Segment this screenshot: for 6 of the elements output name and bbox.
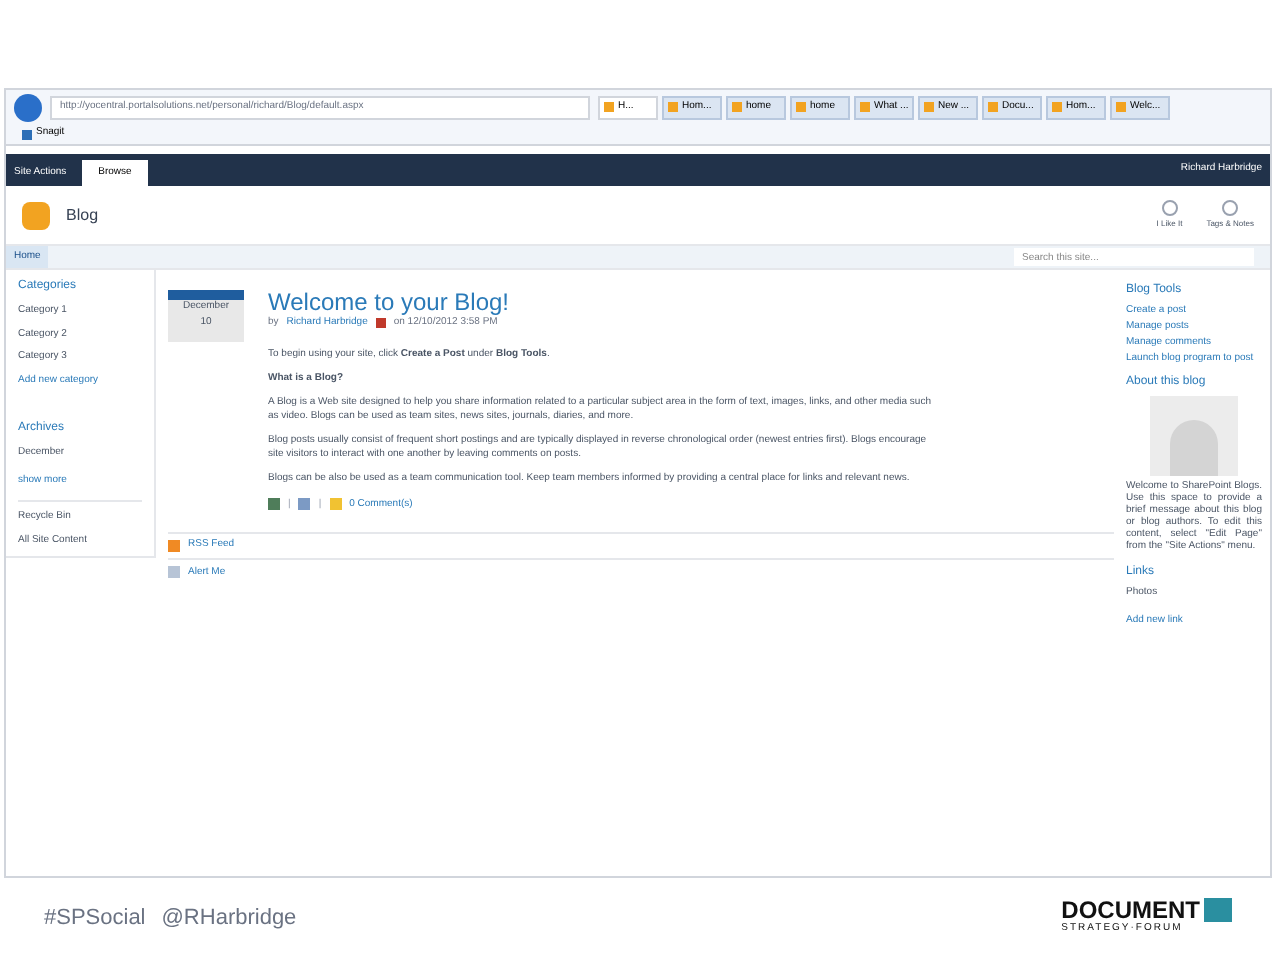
hashtag-text: #SPSocial — [44, 903, 146, 934]
site-logo-icon — [22, 201, 50, 229]
site-title: Blog — [66, 203, 99, 227]
avatar-silhouette — [1150, 396, 1238, 476]
post-title[interactable]: Welcome to your Blog! — [268, 290, 1114, 316]
twitter-handle: @RHarbridge — [161, 903, 297, 934]
